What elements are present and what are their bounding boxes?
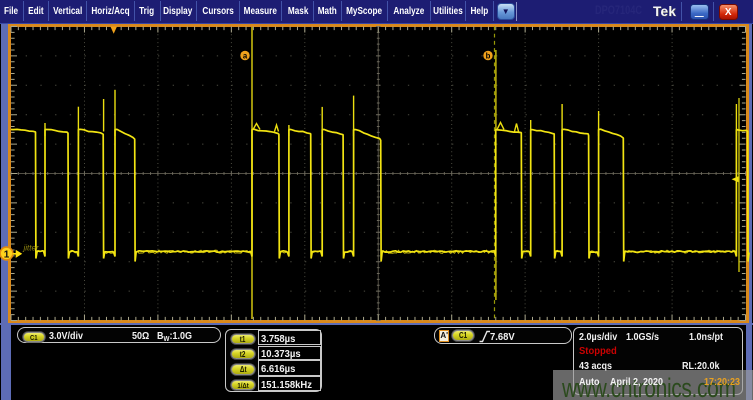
svg-text:jitter: jitter	[23, 244, 39, 253]
svg-text:b: b	[486, 51, 491, 60]
svg-text:1: 1	[4, 250, 10, 261]
svg-text:a: a	[243, 51, 248, 60]
